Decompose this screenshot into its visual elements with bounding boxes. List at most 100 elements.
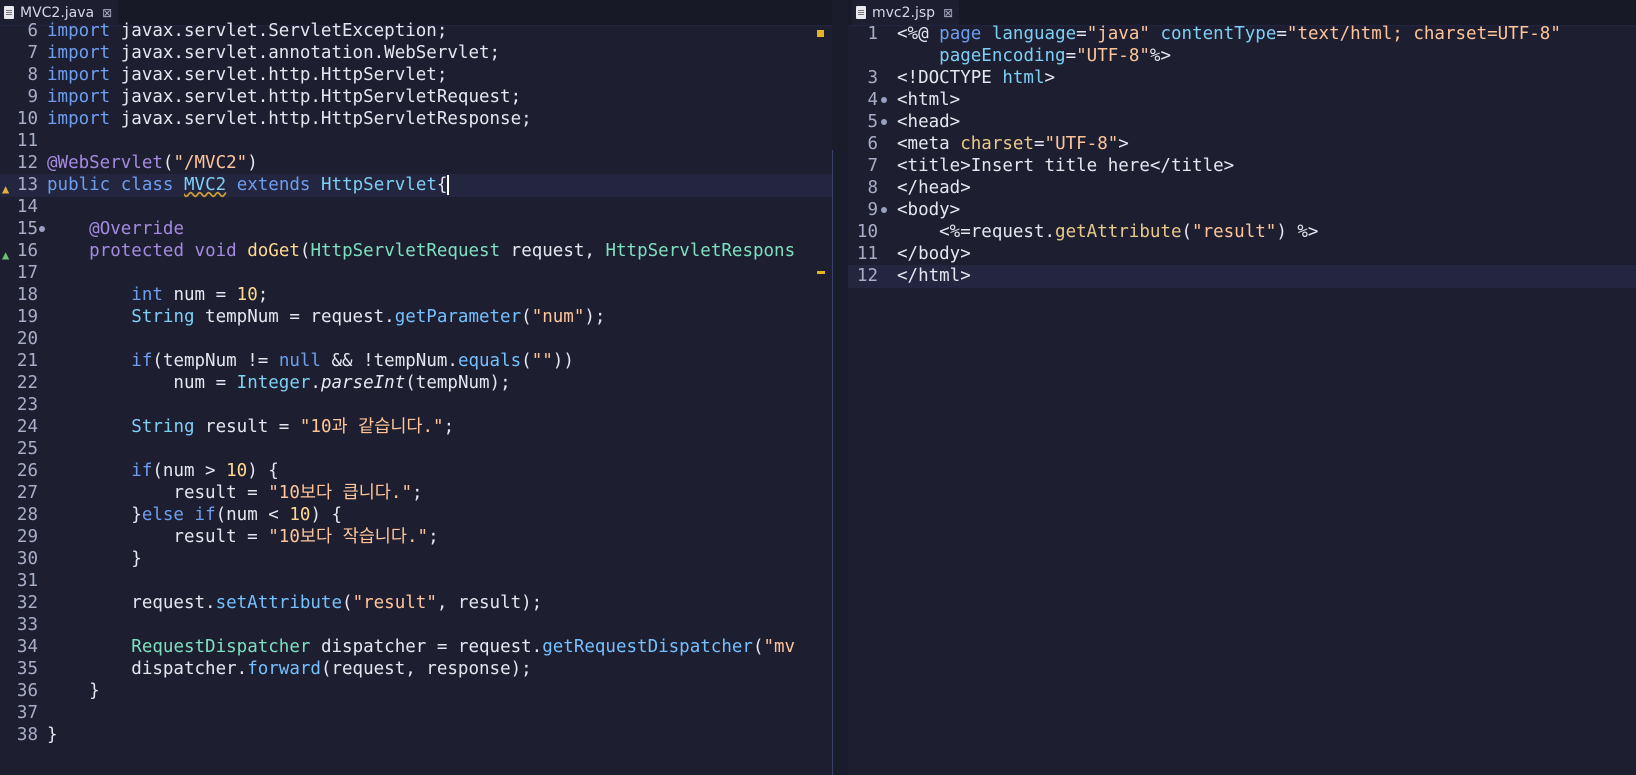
code-line[interactable]: 12 </html> (848, 265, 1636, 288)
code-line[interactable]: 7 import javax.servlet.annotation.WebServ… (0, 42, 832, 65)
code-line[interactable]: 5 <head> (848, 111, 1636, 134)
code-token: ) { (310, 505, 343, 525)
code-token: import (47, 65, 111, 85)
code-line[interactable]: 16 ▲ protected void doGet(HttpServletRequ… (0, 240, 832, 263)
code-line[interactable]: 8 </head> (848, 177, 1636, 200)
code-line[interactable]: 21 if(tempNum != null && !tempNum.equals… (0, 350, 832, 373)
code-token: %> (1149, 46, 1171, 66)
fold-toggle-icon[interactable] (881, 97, 887, 103)
code-line[interactable]: 33 (0, 614, 832, 637)
fold-toggle-icon[interactable] (39, 226, 45, 232)
code-token: forward (247, 659, 321, 679)
code-line[interactable]: 22 num = Integer.parseInt(tempNum); (0, 372, 832, 395)
fold-toggle-icon[interactable] (881, 119, 887, 125)
line-number: 8 (27, 65, 38, 85)
code-token: "java" (1086, 24, 1150, 44)
code-line[interactable]: 36 } (0, 680, 832, 703)
code-line[interactable]: 7 <title>Insert title here</title> (848, 155, 1636, 178)
code-line[interactable]: 30 } (0, 548, 832, 571)
code-token: ( (342, 593, 353, 613)
line-number: 20 (16, 329, 38, 349)
close-tab-icon[interactable]: ⊠ (943, 6, 953, 20)
jsp-code-area[interactable]: 1 <%@ page language="java" contentType="t… (848, 23, 1636, 775)
code-line[interactable]: 13 ▲ public class MVC2 extends HttpServlet… (0, 174, 832, 197)
code-token: ; (428, 527, 439, 547)
code-line[interactable]: 27 result = "10보다 큽니다."; (0, 482, 832, 505)
code-token: </head> (897, 178, 971, 198)
code-line[interactable]: 10 import javax.servlet.http.HttpServletR… (0, 108, 832, 131)
tab-title: MVC2.java (20, 4, 95, 21)
code-line[interactable]: 3 <!DOCTYPE html> (848, 67, 1636, 90)
code-token: HttpServletRespons (605, 241, 796, 261)
code-text: request.setAttribute("result", result); (47, 592, 542, 615)
code-line[interactable]: 25 (0, 438, 832, 461)
code-line[interactable]: 28 }else if(num < 10) { (0, 504, 832, 527)
code-token: javax.servlet.http.HttpServletRequest; (110, 87, 522, 107)
code-line[interactable]: 10 <%=request.getAttribute("result") %> (848, 221, 1636, 244)
code-line[interactable]: 17 (0, 262, 832, 285)
code-line[interactable]: 9 <body> (848, 199, 1636, 222)
code-token: "UTF-8" (1076, 46, 1150, 66)
code-line[interactable]: 4 <html> (848, 89, 1636, 112)
code-line[interactable]: 31 (0, 570, 832, 593)
code-line[interactable]: 24 String result = "10과 같습니다."; (0, 416, 832, 439)
line-number: 18 (16, 285, 38, 305)
code-line[interactable]: 37 (0, 702, 832, 725)
code-token: 10 (236, 285, 258, 305)
line-number: 8 (867, 178, 878, 198)
java-editor-pane[interactable]: MVC2.java ⊠ 6 import javax.servlet.Servle… (0, 0, 832, 775)
code-line[interactable]: 6 import javax.servlet.ServletException; (0, 20, 832, 43)
code-line[interactable]: 26 if(num > 10) { (0, 460, 832, 483)
code-line[interactable]: 6 <meta charset="UTF-8"> (848, 133, 1636, 156)
overview-marker[interactable] (817, 271, 825, 274)
code-line[interactable]: 18 int num = 10; (0, 284, 832, 307)
code-token: request. (47, 593, 216, 613)
code-token: String (131, 417, 195, 437)
line-number: 11 (856, 244, 878, 264)
code-line[interactable]: pageEncoding="UTF-8"%> (848, 45, 1636, 68)
code-token: javax.servlet.ServletException; (110, 21, 448, 41)
code-token: </html> (897, 266, 971, 286)
tab-mvc2-jsp[interactable]: mvc2.jsp ⊠ (852, 0, 960, 25)
code-line[interactable]: 15 @Override (0, 218, 832, 241)
code-text: }else if(num < 10) { (47, 504, 342, 527)
line-number: 3 (867, 68, 878, 88)
code-token: equals (457, 351, 522, 371)
code-line[interactable]: 12 @WebServlet("/MVC2") (0, 152, 832, 175)
code-text: <!DOCTYPE html> (897, 67, 1055, 90)
line-number: 22 (16, 373, 38, 393)
editor-divider[interactable] (832, 0, 848, 775)
java-code-area[interactable]: 6 import javax.servlet.ServletException; 7… (0, 21, 832, 775)
code-text: </head> (897, 177, 971, 200)
code-line[interactable]: 35 dispatcher.forward(request, response)… (0, 658, 832, 681)
code-line[interactable]: 32 request.setAttribute("result", result… (0, 592, 832, 615)
code-line[interactable]: 38} (0, 724, 832, 747)
code-token: import (47, 43, 111, 63)
code-token: ( (521, 307, 532, 327)
code-line[interactable]: 14 (0, 196, 832, 219)
jsp-editor-pane[interactable]: mvc2.jsp ⊠ 1 <%@ page language="java" con… (848, 0, 1636, 775)
code-token: void (194, 241, 237, 261)
close-tab-icon[interactable]: ⊠ (102, 6, 112, 20)
code-text: int num = 10; (47, 284, 268, 307)
overview-warning-marker[interactable] (817, 30, 824, 37)
code-line[interactable]: 8 import javax.servlet.http.HttpServlet; (0, 64, 832, 87)
code-line[interactable]: 23 (0, 394, 832, 417)
code-line[interactable]: 29 result = "10보다 작습니다."; (0, 526, 832, 549)
line-number: 12 (856, 266, 878, 286)
code-line[interactable]: 9 import javax.servlet.http.HttpServletRe… (0, 86, 832, 109)
code-line[interactable]: 11 </body> (848, 243, 1636, 266)
code-text: <body> (897, 199, 960, 222)
code-line[interactable]: 1 <%@ page language="java" contentType="t… (848, 23, 1636, 46)
code-line[interactable]: 34 RequestDispatcher dispatcher = reques… (0, 636, 832, 659)
code-line[interactable]: 19 String tempNum = request.getParameter… (0, 306, 832, 329)
code-token: ; (443, 417, 455, 437)
code-token: javax.servlet.http.HttpServlet; (110, 65, 448, 85)
fold-toggle-icon[interactable] (881, 207, 887, 213)
code-text: } (47, 724, 58, 747)
code-line[interactable]: 11 (0, 130, 832, 153)
code-token: && !tempNum. (320, 351, 458, 371)
code-line[interactable]: 20 (0, 328, 832, 351)
